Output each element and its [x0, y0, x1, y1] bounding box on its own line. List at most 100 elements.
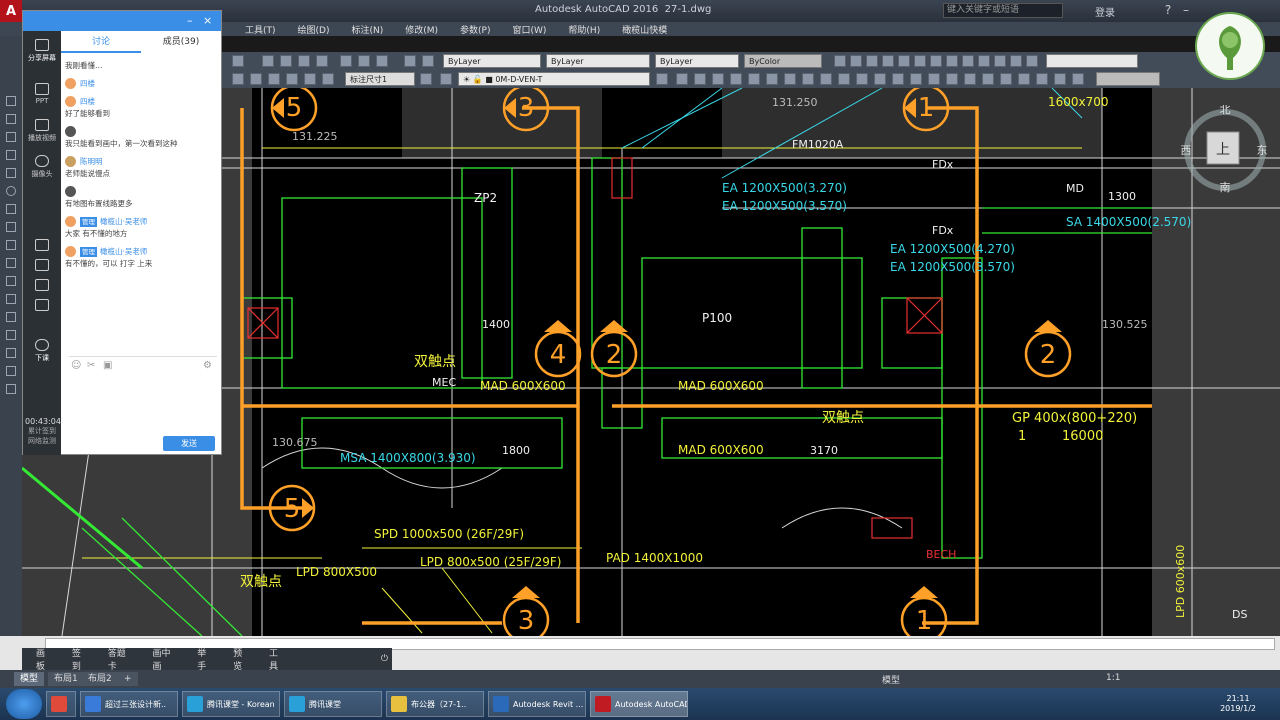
lineweight-combo[interactable]: ByLayer	[655, 54, 739, 68]
line-tool-icon[interactable]	[6, 96, 16, 106]
circle-icon[interactable]	[866, 55, 878, 67]
add-layout-button[interactable]: +	[118, 672, 138, 686]
zoom-prev-icon[interactable]	[316, 55, 328, 67]
region-tool-icon[interactable]	[6, 348, 16, 358]
ellipse-tool-icon[interactable]	[6, 240, 16, 250]
tab-members[interactable]: 成员(39)	[141, 31, 221, 53]
play-video-button[interactable]: 播放视频	[25, 119, 59, 143]
login-button[interactable]: 登录	[1095, 4, 1115, 19]
dim-continue-icon[interactable]	[322, 73, 334, 85]
taskbar-item-active[interactable]: Autodesk AutoCAD...	[590, 691, 688, 717]
gradient-tool-icon[interactable]	[6, 330, 16, 340]
linetype-combo[interactable]: ByLayer	[546, 54, 650, 68]
calc-icon[interactable]	[404, 55, 416, 67]
menu-dimension[interactable]: 标注(N)	[351, 23, 383, 36]
layer-iso-icon[interactable]	[964, 73, 976, 85]
hatch-tool-icon[interactable]	[6, 312, 16, 322]
camera-button[interactable]: 摄像头	[25, 155, 59, 179]
table-tool-icon[interactable]	[6, 366, 16, 376]
tab-discussion[interactable]: 讨论	[61, 31, 141, 53]
offset-icon[interactable]	[730, 73, 742, 85]
arc-tool-icon[interactable]	[6, 204, 16, 214]
polygon-tool-icon[interactable]	[6, 150, 16, 160]
trim-icon[interactable]	[820, 73, 832, 85]
explode-icon[interactable]	[910, 73, 922, 85]
scissors-icon[interactable]: ✂	[87, 360, 95, 371]
dim-aligned-icon[interactable]	[250, 73, 262, 85]
rect-tool-icon[interactable]	[6, 168, 16, 178]
mirror-icon[interactable]	[712, 73, 724, 85]
arc-icon[interactable]	[882, 55, 894, 67]
point-tool-icon[interactable]	[6, 294, 16, 304]
extra-combo[interactable]	[1046, 54, 1138, 68]
view-cube[interactable]: 上 北 西 东 南	[1180, 103, 1270, 195]
toolstrip-whiteboard[interactable]: 画板	[36, 646, 54, 672]
menu-draw[interactable]: 绘图(D)	[298, 23, 330, 36]
mic-button[interactable]	[25, 239, 59, 253]
dimstyle-combo[interactable]: 标注尺寸1	[345, 72, 415, 86]
fullscreen-button[interactable]	[25, 299, 59, 313]
ppt-button[interactable]: PPT	[25, 83, 59, 105]
tab-layout1[interactable]: 布局1	[48, 672, 84, 686]
visual-style-combo[interactable]	[1096, 72, 1160, 86]
measure-icon[interactable]	[928, 73, 940, 85]
zoom-icon[interactable]	[280, 55, 292, 67]
copy-icon[interactable]	[694, 73, 706, 85]
text-style-icon[interactable]	[874, 73, 886, 85]
rotate-icon[interactable]	[766, 73, 778, 85]
tool-palette-icon[interactable]	[376, 55, 388, 67]
taskbar-item[interactable]: 腾讯课堂	[284, 691, 382, 717]
array-icon[interactable]	[748, 73, 760, 85]
close-icon[interactable]: ×	[203, 14, 212, 27]
toolstrip-tools[interactable]: 工具	[269, 646, 287, 672]
autocad-logo-icon[interactable]: A	[0, 0, 22, 22]
menu-params[interactable]: 参数(P)	[460, 23, 490, 36]
image-icon[interactable]: ▣	[103, 360, 112, 371]
current-layer-combo[interactable]: ☀ 🔓 ■ 0M-D-VEN-T	[458, 72, 650, 86]
system-clock[interactable]: 21:11 2019/1/2	[1220, 694, 1256, 714]
fillet-icon[interactable]	[856, 73, 868, 85]
layer-combo[interactable]: ByLayer	[443, 54, 541, 68]
music-button[interactable]	[25, 279, 59, 293]
match-icon[interactable]	[946, 73, 958, 85]
block-icon[interactable]	[946, 55, 958, 67]
point-icon[interactable]	[1026, 55, 1038, 67]
design-center-icon[interactable]	[358, 55, 370, 67]
tab-model[interactable]: 模型	[14, 672, 45, 686]
toolstrip-raise-hand[interactable]: 举手	[197, 646, 215, 672]
menu-modify[interactable]: 修改(M)	[405, 23, 438, 36]
region-icon[interactable]	[994, 55, 1006, 67]
minimize-icon[interactable]: –	[187, 14, 193, 27]
menu-help[interactable]: 帮助(H)	[568, 23, 600, 36]
make-block-tool-icon[interactable]	[6, 276, 16, 286]
stretch-icon[interactable]	[802, 73, 814, 85]
insert-icon[interactable]	[962, 55, 974, 67]
color-combo[interactable]: ByColor	[744, 54, 822, 68]
polyline-tool-icon[interactable]	[6, 132, 16, 142]
layer-merge-icon[interactable]	[1054, 73, 1066, 85]
undo-icon[interactable]	[232, 55, 244, 67]
power-button[interactable]: ⏻	[381, 654, 388, 664]
annotation-scale[interactable]: 1:1	[1106, 673, 1120, 683]
menu-tools[interactable]: 工具(T)	[245, 23, 276, 36]
toolstrip-answer-card[interactable]: 答题卡	[108, 646, 135, 672]
share-screen-button[interactable]: 分享屏幕	[25, 39, 59, 63]
dimstyle-icon[interactable]	[420, 73, 432, 85]
taskbar-item[interactable]: Autodesk Revit ...	[488, 691, 586, 717]
gradient-icon[interactable]	[1010, 55, 1022, 67]
spline-tool-icon[interactable]	[6, 222, 16, 232]
taskbar-item[interactable]: 腾讯课堂 - Korean	[182, 691, 280, 717]
taskbar-app-pinned[interactable]	[46, 691, 76, 717]
settings-icon[interactable]: ⚙	[203, 360, 212, 371]
model-space-label[interactable]: 模型	[882, 673, 900, 686]
mtext-tool-icon[interactable]	[6, 384, 16, 394]
dim-baseline-icon[interactable]	[304, 73, 316, 85]
xline-tool-icon[interactable]	[6, 114, 16, 124]
search-input[interactable]: 键入关键字或短语	[943, 3, 1063, 18]
dim-radius-icon[interactable]	[268, 73, 280, 85]
toolstrip-preview[interactable]: 预览	[233, 646, 251, 672]
menu-plugin[interactable]: 橄榄山快模	[622, 23, 667, 36]
help-tb-icon[interactable]	[422, 55, 434, 67]
end-class-button[interactable]: 下课	[25, 339, 59, 363]
start-button[interactable]	[6, 689, 42, 719]
